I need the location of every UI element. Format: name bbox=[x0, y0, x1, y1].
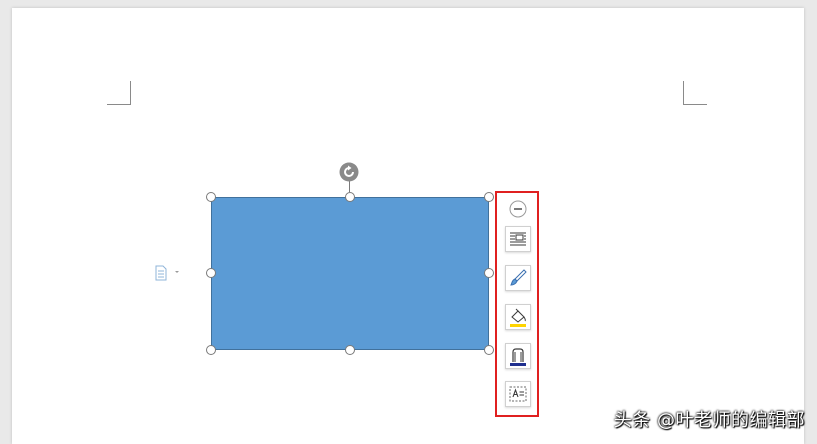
shape-outline-button[interactable] bbox=[505, 343, 531, 369]
resize-handle-bottom[interactable] bbox=[345, 345, 355, 355]
resize-handle-top-left[interactable] bbox=[206, 192, 216, 202]
wrap-text-button[interactable] bbox=[505, 226, 531, 252]
shape-style-button[interactable] bbox=[505, 265, 531, 291]
resize-handle-left[interactable] bbox=[206, 268, 216, 278]
shape-fill-icon bbox=[510, 308, 526, 327]
paragraph-anchor-icon[interactable] bbox=[155, 265, 181, 281]
watermark-text: 头条 @叶老师的编辑部 bbox=[613, 410, 805, 431]
resize-handle-top-right[interactable] bbox=[484, 192, 494, 202]
rotate-handle-icon[interactable] bbox=[339, 162, 359, 182]
shape-quick-tools-panel bbox=[495, 191, 539, 417]
rectangle-shape-fill[interactable] bbox=[211, 197, 489, 350]
collapse-icon[interactable] bbox=[509, 200, 527, 218]
resize-handle-right[interactable] bbox=[484, 268, 494, 278]
selected-rectangle-shape[interactable] bbox=[206, 162, 494, 355]
resize-handle-bottom-left[interactable] bbox=[206, 345, 216, 355]
text-box-button[interactable] bbox=[505, 381, 531, 407]
shape-fill-button[interactable] bbox=[505, 304, 531, 330]
wrap-text-icon bbox=[510, 232, 526, 246]
document-page bbox=[12, 8, 804, 444]
rotate-handle-stem bbox=[349, 181, 350, 192]
resize-handle-top[interactable] bbox=[345, 192, 355, 202]
margin-corner-top-right bbox=[683, 81, 707, 105]
resize-handle-bottom-right[interactable] bbox=[484, 345, 494, 355]
shape-outline-icon bbox=[510, 348, 526, 366]
margin-corner-top-left bbox=[107, 81, 131, 105]
text-box-icon bbox=[509, 386, 527, 402]
shape-style-brush-icon bbox=[510, 269, 527, 286]
